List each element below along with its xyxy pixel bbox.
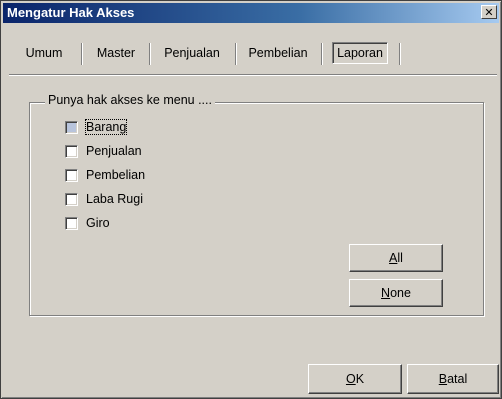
tab-umum[interactable]: Umum [13,37,75,69]
all-button-rest: ll [397,251,403,265]
batal-button[interactable]: Batal [407,364,499,394]
tab-label: Penjualan [164,46,220,60]
none-button-rest: one [390,286,411,300]
checkbox-label: Penjualan [86,144,142,158]
tab-master[interactable]: Master [85,37,147,69]
checkbox-pembelian[interactable]: Pembelian [65,166,145,184]
checkbox-box[interactable] [65,192,78,206]
checkbox-barang[interactable]: Barang [65,118,128,136]
title-bar[interactable]: Mengatur Hak Akses ✕ [3,3,499,23]
tab-penjualan[interactable]: Penjualan [153,37,231,69]
tab-divider [81,43,82,65]
tab-label: Laporan [332,42,388,64]
ok-button-accel: O [345,372,356,386]
none-button-accel: N [381,286,391,300]
tab-underline [9,74,497,76]
tab-laporan[interactable]: Laporan [325,37,395,69]
checkbox-label: Giro [86,216,110,230]
checkbox-box[interactable] [65,120,78,134]
checkbox-box[interactable] [65,168,78,182]
checkbox-giro[interactable]: Giro [65,214,110,232]
batal-button-rest: atal [447,372,468,386]
tab-divider [149,43,150,65]
checkbox-box[interactable] [65,144,78,158]
checkbox-label: Pembelian [86,168,146,182]
checkbox-label: Barang [84,119,128,135]
batal-button-accel: B [438,372,448,386]
checkbox-box[interactable] [65,216,78,230]
tab-label: Umum [25,46,63,60]
tab-divider [235,43,236,65]
window-title: Mengatur Hak Akses [7,5,135,20]
tab-divider [321,43,322,65]
none-button[interactable]: None [349,279,443,307]
tab-label: Master [96,46,136,60]
all-button[interactable]: All [349,244,443,272]
dialog-window: Mengatur Hak Akses ✕ Umum Master Penjual… [0,0,502,399]
checkbox-laba-rugi[interactable]: Laba Rugi [65,190,143,208]
tab-pembelian[interactable]: Pembelian [239,37,317,69]
tab-label: Pembelian [248,46,308,60]
checkbox-label: Laba Rugi [86,192,143,206]
tab-divider [399,43,400,65]
ok-button[interactable]: OK [308,364,402,394]
checkbox-penjualan[interactable]: Penjualan [65,142,142,160]
group-label: Punya hak akses ke menu .... [45,93,215,107]
close-icon[interactable]: ✕ [481,5,497,19]
ok-button-rest: K [355,372,365,386]
